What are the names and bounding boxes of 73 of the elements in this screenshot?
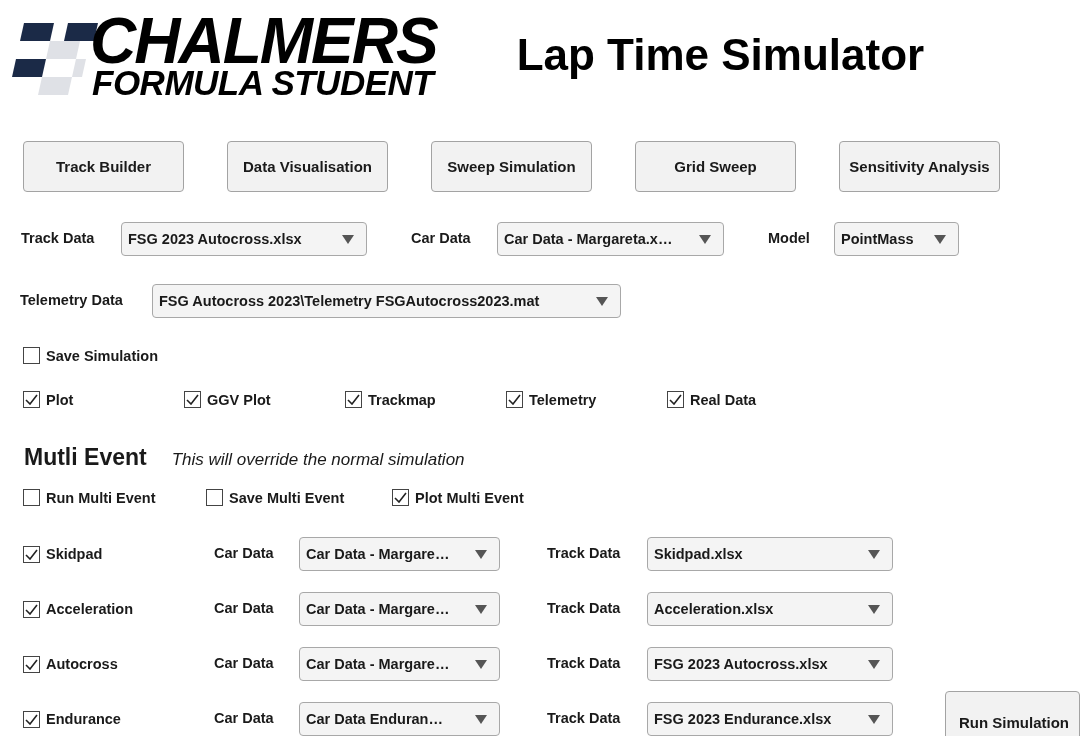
field-label: Car Data	[214, 599, 275, 616]
caret-icon	[475, 659, 487, 669]
caret-icon	[342, 234, 354, 244]
dropdown[interactable]: Car Data - Margareta.x…	[497, 222, 724, 256]
nav-button[interactable]: Sensitivity Analysis	[839, 141, 1000, 192]
checkbox-label: Trackmap	[368, 391, 436, 408]
nav-button[interactable]: Track Builder	[23, 141, 184, 192]
dropdown[interactable]: PointMass	[834, 222, 959, 256]
nav-button[interactable]: Data Visualisation	[227, 141, 388, 192]
checkbox-label: Run Multi Event	[46, 489, 156, 506]
checkbox[interactable]	[23, 489, 40, 506]
run-simulation-button[interactable]: Run Simulation	[945, 691, 1080, 736]
section-note: This will override the normal simulation	[171, 450, 465, 470]
checkbox[interactable]	[23, 391, 40, 408]
checkbox-label: Plot	[46, 391, 74, 408]
checkbox-label: GGV Plot	[207, 391, 271, 408]
checkbox-label: Save Simulation	[46, 347, 158, 364]
logo-wordmark: CHALMERS	[90, 15, 437, 67]
caret-icon	[868, 714, 880, 724]
checkbox-label: Autocross	[46, 656, 118, 672]
dropdown[interactable]: Car Data - Margare…	[299, 647, 500, 681]
checkbox-label: Telemetry	[529, 391, 597, 408]
checkbox[interactable]	[667, 391, 684, 408]
nav-button[interactable]: Grid Sweep	[635, 141, 796, 192]
caret-icon	[868, 549, 880, 559]
checkbox[interactable]	[23, 710, 40, 728]
field-label: Track Data	[547, 654, 622, 671]
field-label: Track Data	[547, 599, 622, 616]
caret-icon	[699, 234, 711, 244]
caret-icon	[596, 296, 608, 306]
checkbox-label: Skidpad	[46, 546, 103, 562]
dropdown[interactable]: Acceleration.xlsx	[647, 592, 893, 626]
dropdown[interactable]: FSG 2023 Autocross.xlsx	[647, 647, 893, 681]
dropdown[interactable]: FSG 2023 Endurance.xlsx	[647, 702, 893, 736]
field-label: Track Data	[547, 544, 622, 561]
field-label: Track Data	[547, 709, 622, 726]
dropdown[interactable]: Skidpad.xlsx	[647, 537, 893, 571]
checkbox[interactable]	[345, 391, 362, 408]
dropdown[interactable]: Car Data - Margare…	[299, 592, 500, 626]
section-heading: Mutli Event	[24, 444, 147, 471]
checkbox-label: Acceleration	[46, 601, 134, 617]
dropdown[interactable]: FSG 2023 Autocross.xlsx	[121, 222, 367, 256]
checkbox-label: Endurance	[46, 711, 121, 727]
checkbox[interactable]	[206, 489, 223, 506]
checkbox[interactable]	[506, 391, 523, 408]
checkbox[interactable]	[23, 655, 40, 673]
checkbox[interactable]	[184, 391, 201, 408]
nav-button[interactable]: Sweep Simulation	[431, 141, 592, 192]
checkbox-label: Plot Multi Event	[415, 489, 524, 506]
field-label: Track Data	[21, 229, 96, 246]
caret-icon	[868, 604, 880, 614]
dropdown[interactable]: FSG Autocross 2023\Telemetry FSGAutocross2023.mat	[152, 284, 621, 318]
field-label: Car Data	[214, 709, 275, 726]
dropdown[interactable]: Car Data Enduran…	[299, 702, 500, 736]
field-label: Telemetry Data	[20, 291, 124, 308]
logo-subtitle: FORMULA STUDENT	[92, 67, 436, 99]
field-label: Car Data	[214, 654, 275, 671]
checkbox[interactable]	[392, 489, 409, 506]
caret-icon	[868, 659, 880, 669]
field-label: Model	[768, 229, 811, 246]
caret-icon	[475, 604, 487, 614]
app-title: Lap Time Simulator	[516, 30, 925, 80]
checkbox-label: Real Data	[690, 391, 757, 408]
dropdown[interactable]: Car Data - Margare…	[299, 537, 500, 571]
checkbox[interactable]	[23, 545, 40, 563]
checkbox[interactable]	[23, 347, 40, 364]
caret-icon	[475, 549, 487, 559]
caret-icon	[934, 234, 946, 244]
checkbox[interactable]	[23, 600, 40, 618]
field-label: Car Data	[214, 544, 275, 561]
checkbox-label: Save Multi Event	[229, 489, 345, 506]
caret-icon	[475, 714, 487, 724]
field-label: Car Data	[411, 229, 472, 246]
